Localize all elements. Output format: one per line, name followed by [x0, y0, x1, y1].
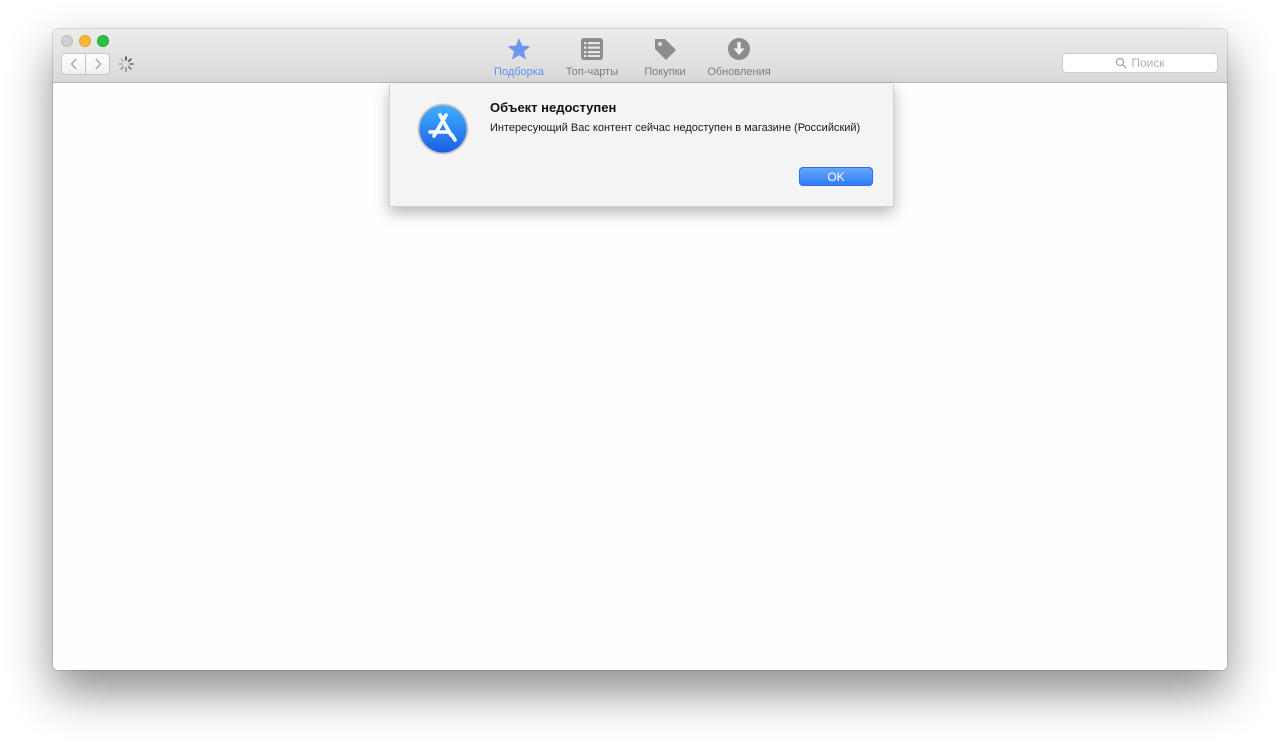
toolbar: Подборка Топ-чарты Покупки Обновления По…	[53, 29, 1227, 83]
search-field[interactable]: Поиск	[1062, 53, 1218, 73]
back-button[interactable]	[62, 54, 85, 74]
search-icon	[1116, 57, 1127, 69]
forward-button[interactable]	[85, 54, 109, 74]
tab-updates[interactable]: Обновления	[707, 37, 771, 78]
tab-purchases[interactable]: Покупки	[637, 37, 693, 78]
star-icon	[507, 38, 531, 60]
toolbar-tabs: Подборка Топ-чарты Покупки Обновления	[491, 37, 785, 78]
maximize-window-button[interactable]	[97, 35, 109, 47]
tab-featured[interactable]: Подборка	[491, 37, 547, 78]
navigation-buttons	[61, 53, 110, 75]
tab-label: Обновления	[707, 66, 771, 78]
app-store-icon	[417, 103, 469, 155]
dialog-title: Объект недоступен	[490, 100, 617, 115]
tag-icon	[655, 39, 676, 60]
dialog-message: Интересующий Вас контент сейчас недоступ…	[490, 122, 861, 134]
download-icon	[728, 38, 750, 60]
alert-dialog: Объект недоступен Интересующий Вас конте…	[389, 84, 894, 207]
tab-top-charts[interactable]: Топ-чарты	[561, 37, 623, 78]
ok-button[interactable]: OK	[799, 167, 873, 186]
tab-label: Подборка	[494, 66, 544, 78]
chevron-right-icon	[94, 58, 101, 70]
close-window-button[interactable]	[61, 35, 73, 47]
list-icon	[581, 38, 603, 60]
minimize-window-button[interactable]	[79, 35, 91, 47]
loading-spinner-icon	[118, 56, 134, 72]
app-store-window: Подборка Топ-чарты Покупки Обновления По…	[53, 29, 1227, 670]
chevron-left-icon	[70, 58, 77, 70]
search-placeholder: Поиск	[1131, 56, 1165, 70]
tab-label: Топ-чарты	[565, 66, 619, 78]
tab-label: Покупки	[644, 66, 686, 78]
